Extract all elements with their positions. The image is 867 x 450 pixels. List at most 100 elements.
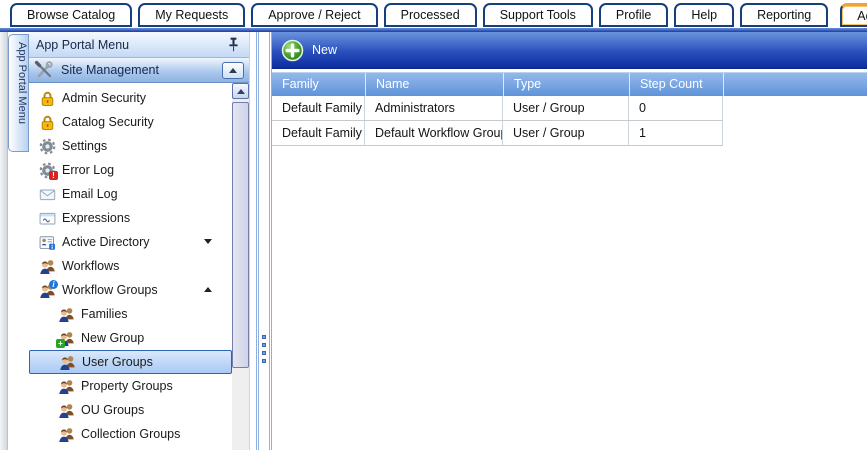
sidebar-panel: App Portal Menu Site Management Admin Se… [29,32,250,450]
lock-icon [39,114,56,131]
cell-family: Default Family [272,96,365,120]
plus-circle-icon [281,39,304,62]
tab-label: Support Tools [500,8,576,22]
sidebar-item-catalog-security[interactable]: Catalog Security [29,110,232,134]
sidebar-item-label: Collection Groups [81,427,180,441]
splitter-grip-icon [262,335,266,363]
gear-icon [39,138,56,155]
sidebar-item-error-log[interactable]: Error Log [29,158,232,182]
sidebar-item-label: Admin Security [62,91,146,105]
sidebar-item-admin-security[interactable]: Admin Security [29,86,232,110]
people-icon [59,354,76,371]
tab-help[interactable]: Help [674,3,734,27]
user-groups-grid: Family Name Type Step Count Default Fami… [272,72,867,146]
gear-error-icon [39,162,56,179]
cell-step-count: 0 [629,96,723,120]
arrow-up-icon [237,89,245,94]
cell-family: Default Family [272,121,365,145]
tab-label: My Requests [155,8,228,22]
people-icon [58,402,75,419]
tab-support-tools[interactable]: Support Tools [483,3,593,27]
tab-admin[interactable]: Admin [840,3,867,27]
tab-profile[interactable]: Profile [599,3,668,27]
tab-label: Processed [401,8,460,22]
sidebar-item-label: Expressions [62,211,130,225]
sidebar-item-families[interactable]: Families [29,302,232,326]
grid-header-row: Family Name Type Step Count [272,72,867,96]
scroll-up-button[interactable] [232,83,249,99]
people-icon [58,426,75,443]
column-header-name[interactable]: Name [365,73,503,96]
cell-type: User / Group [503,96,629,120]
group-collapse-button[interactable] [222,62,244,79]
new-button[interactable]: New [281,39,337,62]
sidebar-item-label: Workflow Groups [62,283,158,297]
tab-label: Profile [616,8,651,22]
sidebar-item-label: Email Log [62,187,118,201]
info-badge [49,280,58,289]
sidebar-item-label: New Group [81,331,144,345]
table-row[interactable]: Default Family Administrators User / Gro… [272,96,723,121]
tab-label: Approve / Reject [268,8,360,22]
sidebar-item-workflow-groups[interactable]: Workflow Groups [29,278,232,302]
sidebar-item-label: User Groups [82,355,153,369]
sidebar-item-property-groups[interactable]: Property Groups [29,374,232,398]
sidebar-scrollbar[interactable] [232,83,249,450]
sidebar-item-label: Property Groups [81,379,173,393]
sidebar-header: App Portal Menu [29,32,249,58]
app-portal-menu-vertical-tab[interactable]: App Portal Menu [8,34,29,152]
people-icon [58,378,75,395]
column-header-step-count[interactable]: Step Count [629,73,723,96]
error-badge [49,171,58,180]
mail-icon [39,186,56,203]
sidebar-item-ou-groups[interactable]: OU Groups [29,398,232,422]
people-info-icon [39,282,56,299]
tab-my-requests[interactable]: My Requests [138,3,245,27]
chevron-up-icon[interactable] [204,287,212,292]
sidebar-item-label: Catalog Security [62,115,154,129]
column-header-type[interactable]: Type [503,73,629,96]
scrollbar-thumb[interactable] [232,102,249,368]
tab-label: Browse Catalog [27,8,115,22]
main-panel: New Family Name Type Step Count Default … [272,32,867,450]
top-tab-bar: Browse Catalog My Requests Approve / Rej… [0,0,867,28]
tab-approve-reject[interactable]: Approve / Reject [251,3,377,27]
sidebar-group-title: Site Management [61,63,215,77]
cell-type: User / Group [503,121,629,145]
tab-label: Help [691,8,717,22]
tools-icon [34,60,54,80]
pin-icon[interactable] [225,36,242,53]
sidebar-item-user-groups[interactable]: User Groups [29,350,232,374]
sidebar-item-settings[interactable]: Settings [29,134,232,158]
sidebar-item-label: Workflows [62,259,119,273]
sidebar-item-active-directory[interactable]: Active Directory [29,230,232,254]
sidebar-item-new-group[interactable]: New Group [29,326,232,350]
sidebar-item-label: Families [81,307,128,321]
sidebar-item-label: Active Directory [62,235,150,249]
app-portal-window: Browse Catalog My Requests Approve / Rej… [0,0,867,450]
panel-splitter[interactable] [256,32,272,450]
cell-step-count: 1 [629,121,723,145]
sidebar-item-label: OU Groups [81,403,144,417]
tab-browse-catalog[interactable]: Browse Catalog [10,3,132,27]
tab-label: Reporting [757,8,811,22]
chevron-down-icon[interactable] [204,239,212,244]
people-icon [58,306,75,323]
directory-icon [39,234,56,251]
add-badge [56,339,65,348]
table-row[interactable]: Default Family Default Workflow Group Us… [272,121,723,146]
column-header-filler [723,73,867,96]
sidebar-group-site-management[interactable]: Site Management [29,58,249,83]
sidebar-item-workflows[interactable]: Workflows [29,254,232,278]
toolbar: New [272,32,867,69]
sidebar-tree: Admin Security Catalog Security Settings… [29,83,249,450]
sidebar-item-collection-groups[interactable]: Collection Groups [29,422,232,446]
window-left-edge [0,32,8,450]
sidebar-item-email-log[interactable]: Email Log [29,182,232,206]
tab-reporting[interactable]: Reporting [740,3,828,27]
sidebar-item-label: Settings [62,139,107,153]
lock-icon [39,90,56,107]
sidebar-item-expressions[interactable]: Expressions [29,206,232,230]
tab-processed[interactable]: Processed [384,3,477,27]
column-header-family[interactable]: Family [272,73,365,96]
